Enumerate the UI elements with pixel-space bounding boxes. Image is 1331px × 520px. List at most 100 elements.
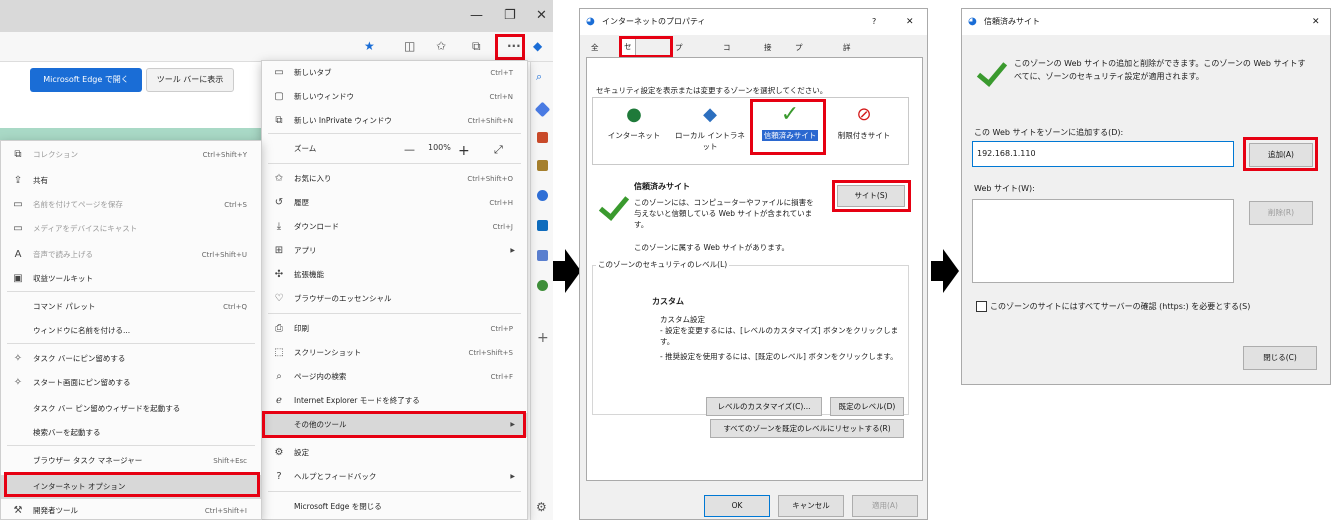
- menu-item[interactable]: ⤓ ダウンロード Ctrl+J: [262, 215, 527, 239]
- zoom-out-button[interactable]: —: [404, 143, 415, 156]
- menu-item[interactable]: ▭ 新しいタブ Ctrl+T: [262, 61, 527, 85]
- add-site-input[interactable]: 192.168.1.110: [972, 141, 1234, 167]
- ok-button[interactable]: OK: [704, 495, 770, 517]
- menu-item[interactable]: ▭ メディアをデバイスにキャスト: [1, 217, 261, 241]
- tab-connections[interactable]: 接続: [761, 39, 775, 70]
- menu-item[interactable]: ⊞ アプリ ▶: [262, 239, 527, 263]
- download-icon: ⤓: [276, 221, 282, 232]
- send-icon[interactable]: [537, 250, 548, 261]
- menu-item[interactable]: ♡ ブラウザーのエッセンシャル: [262, 287, 527, 311]
- menu-item[interactable]: その他のツール ▶: [262, 413, 527, 437]
- menu-item[interactable]: ℯ Internet Explorer モードを終了する: [262, 389, 527, 413]
- tab-general[interactable]: 全般: [588, 39, 602, 70]
- close-button[interactable]: ✕: [536, 8, 547, 23]
- shopping-icon[interactable]: [537, 132, 548, 143]
- microsoft365-icon[interactable]: [537, 190, 548, 201]
- zone-prompt: セキュリティ設定を表示または変更するゾーンを選択してください。: [596, 86, 828, 95]
- menu-item[interactable]: ⎙ 印刷 Ctrl+P: [262, 317, 527, 341]
- menu-item-label: 収益ツールキット: [33, 274, 93, 283]
- menu-item[interactable]: ⧉ コレクション Ctrl+Shift+Y: [1, 143, 261, 167]
- menu-item[interactable]: ▢ 新しいウィンドウ Ctrl+N: [262, 85, 527, 109]
- shortcut-text: Ctrl+Shift+S: [468, 349, 513, 357]
- zone-description: このゾーンには、コンピューターやファイルに損害を与えないと信頼している Web …: [634, 198, 814, 229]
- menu-item[interactable]: ? ヘルプとフィードバック ▶: [262, 465, 527, 489]
- tab-programs[interactable]: プログラム: [792, 39, 806, 124]
- menu-item[interactable]: ⚒ 開発者ツール Ctrl+Shift+I: [1, 499, 261, 520]
- add-icon[interactable]: +: [537, 330, 549, 346]
- menu-item[interactable]: ⇪ 共有: [1, 169, 261, 193]
- menu-item[interactable]: ↺ 履歴 Ctrl+H: [262, 191, 527, 215]
- menu-separator: [7, 291, 255, 292]
- outlook-icon[interactable]: [537, 220, 548, 231]
- menu-item[interactable]: ⬚ スクリーンショット Ctrl+Shift+S: [262, 341, 527, 365]
- add-site-label: この Web サイトをゾーンに追加する(D):: [974, 128, 1124, 137]
- tab-content[interactable]: コンテンツ: [720, 39, 734, 124]
- menu-item[interactable]: ✧ タスク バーにピン留めする: [1, 347, 261, 371]
- favorites-list-icon[interactable]: ✩: [436, 39, 446, 53]
- dialog-close-button[interactable]: ✕: [906, 9, 914, 35]
- menu-item[interactable]: Microsoft Edge を閉じる: [262, 495, 527, 519]
- close-button[interactable]: 閉じる(C): [1243, 346, 1317, 370]
- dialog-close-button[interactable]: ✕: [1312, 9, 1320, 35]
- shortcut-text: Ctrl+Shift+O: [467, 175, 513, 183]
- tab-security[interactable]: セキュリティ: [620, 37, 636, 141]
- menu-item[interactable]: ウィンドウに名前を付ける...: [1, 319, 261, 343]
- menu-item-label: その他のツール: [294, 420, 347, 429]
- remove-button[interactable]: 削除(R): [1249, 201, 1313, 225]
- restore-button[interactable]: ❐: [504, 8, 516, 23]
- menu-item[interactable]: コマンド パレット Ctrl+Q: [1, 295, 261, 319]
- menu-item[interactable]: ✧ スタート画面にピン留めする: [1, 371, 261, 395]
- menu-item[interactable]: ⌕ ページ内の検索 Ctrl+F: [262, 365, 527, 389]
- show-toolbar-button[interactable]: ツール バーに表示: [146, 68, 234, 92]
- menu-item[interactable]: ✩ お気に入り Ctrl+Shift+O: [262, 167, 527, 191]
- zoom-in-button[interactable]: +: [458, 143, 470, 159]
- settings-more-icon[interactable]: ···: [507, 39, 521, 53]
- sidebar-settings-icon[interactable]: ⚙: [536, 500, 547, 514]
- customize-level-button[interactable]: レベルのカスタマイズ(C)...: [706, 397, 822, 416]
- menu-item[interactable]: タスク バー ピン留めウィザードを起動する: [1, 397, 261, 421]
- menu-item[interactable]: ▣ 収益ツールキット: [1, 267, 261, 291]
- cancel-button[interactable]: キャンセル: [778, 495, 844, 517]
- default-level-button[interactable]: 既定のレベル(D): [830, 397, 904, 416]
- search-icon[interactable]: ⌕: [536, 70, 542, 84]
- apply-button[interactable]: 適用(A): [852, 495, 918, 517]
- tag-icon[interactable]: [534, 101, 551, 118]
- copilot-icon[interactable]: ◆: [533, 39, 542, 53]
- menu-item[interactable]: ブラウザー タスク マネージャー Shift+Esc: [1, 449, 261, 473]
- zone-trusted[interactable]: ✓ 信頼済みサイト: [753, 104, 827, 162]
- menu-item[interactable]: ズーム: [262, 137, 527, 161]
- tab-advanced[interactable]: 詳細設定: [840, 39, 854, 106]
- essentials-icon: ♡: [274, 293, 284, 304]
- menu-separator: [7, 445, 255, 446]
- menu-item[interactable]: ▭ 名前を付けてページを保存 Ctrl+S: [1, 193, 261, 217]
- menu-item[interactable]: 検索バーを起動する: [1, 421, 261, 445]
- sites-button[interactable]: サイト(S): [837, 185, 905, 207]
- https-checkbox[interactable]: [976, 301, 987, 312]
- menu-item[interactable]: ⧉ 新しい InPrivate ウィンドウ Ctrl+Shift+N: [262, 109, 527, 133]
- settings-menu: ▭ 新しいタブ Ctrl+T ▢ 新しいウィンドウ Ctrl+N ⧉ 新しい InPrivat…: [261, 60, 528, 520]
- zone-internet[interactable]: ● インターネット: [597, 104, 671, 162]
- fullscreen-icon[interactable]: ⤢: [494, 143, 503, 157]
- open-in-edge-button[interactable]: Microsoft Edge で開く: [30, 68, 142, 92]
- menu-item-label: ヘルプとフィードバック: [294, 472, 377, 481]
- menu-item[interactable]: インターネット オプション: [1, 475, 261, 499]
- zone-intranet[interactable]: ◆ ローカル イントラネット: [673, 104, 747, 162]
- add-button[interactable]: 追加(A): [1249, 143, 1313, 167]
- zone-restricted[interactable]: ⊘ 制限付きサイト: [827, 104, 901, 162]
- tree-icon[interactable]: [537, 280, 548, 291]
- collections-icon[interactable]: ⧉: [472, 39, 481, 54]
- help-button[interactable]: ?: [872, 9, 876, 35]
- collections-icon: ⧉: [14, 149, 22, 160]
- split-screen-icon[interactable]: ◫: [404, 39, 415, 53]
- new-tab-icon: ▭: [274, 67, 284, 78]
- menu-item[interactable]: ✣ 拡張機能: [262, 263, 527, 287]
- minimize-button[interactable]: —: [470, 8, 483, 23]
- shortcut-text: Ctrl+S: [224, 201, 247, 209]
- menu-item[interactable]: ⚙ 設定: [262, 441, 527, 465]
- tab-privacy[interactable]: プライバシー: [672, 39, 686, 142]
- reset-all-zones-button[interactable]: すべてのゾーンを既定のレベルにリセットする(R): [710, 419, 904, 438]
- games-icon[interactable]: [537, 160, 548, 171]
- menu-item[interactable]: A 音声で読み上げる Ctrl+Shift+U: [1, 243, 261, 267]
- favorite-star-icon[interactable]: ★: [364, 39, 375, 53]
- sites-listbox[interactable]: [972, 199, 1234, 283]
